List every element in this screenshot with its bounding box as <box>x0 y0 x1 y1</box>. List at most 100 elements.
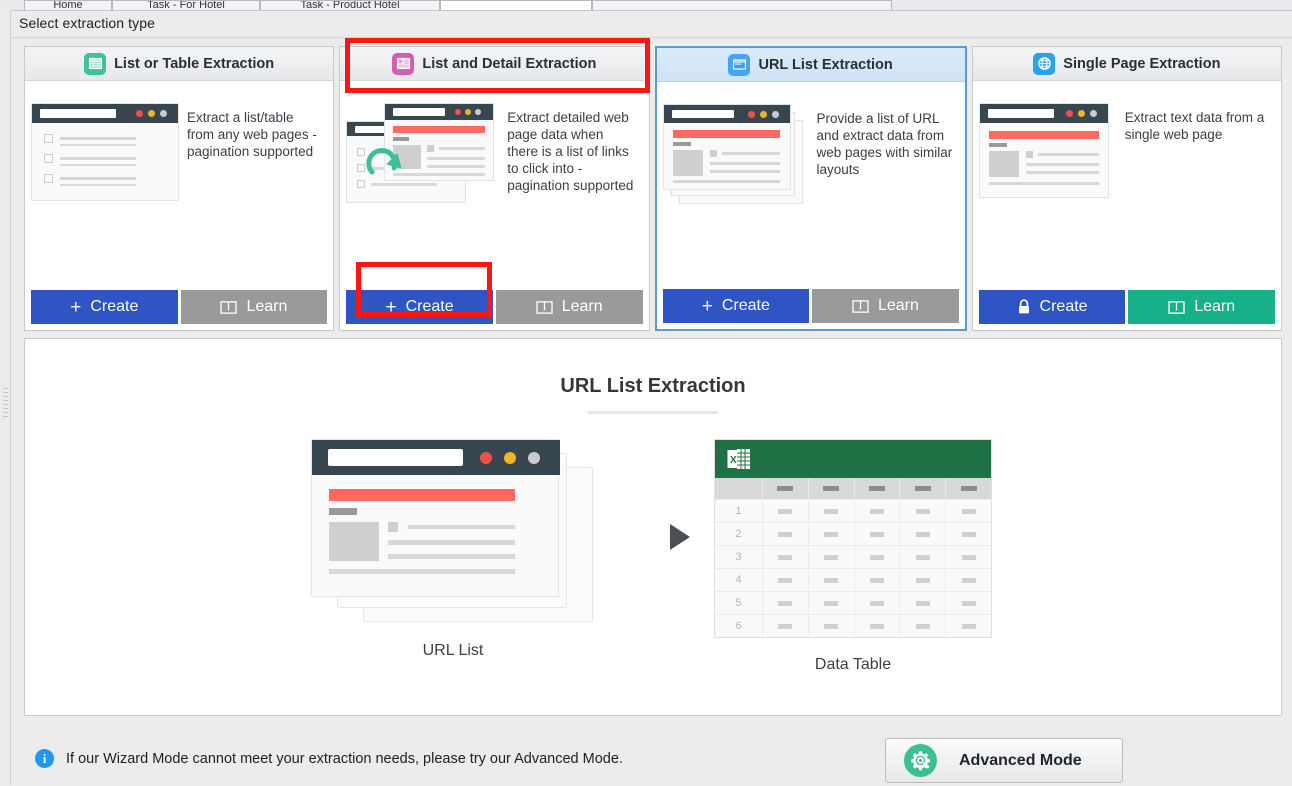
tab-task-for-hotel[interactable]: Task - For Hotel <box>112 0 260 10</box>
single-page-illustration <box>978 103 1119 203</box>
table-row: 3 <box>715 545 991 568</box>
card-single-page-extraction[interactable]: Single Page Extraction Extract text data… <box>971 46 1282 331</box>
card-title: Single Page Extraction <box>1063 55 1221 72</box>
card-description: Extract text data from a single web page <box>1124 110 1265 142</box>
table-row: 1 <box>715 499 991 522</box>
card-title: URL List Extraction <box>758 56 893 73</box>
card-list-or-table-extraction[interactable]: List or Table Extraction Extract a list/… <box>24 46 335 331</box>
tab-extra <box>592 0 892 10</box>
book-icon <box>220 300 238 315</box>
card-url-list-extraction[interactable]: URL List Extraction Provide a list of UR… <box>654 46 967 331</box>
row-number: 2 <box>715 523 763 545</box>
gear-wrench-icon <box>904 744 937 777</box>
card-description: Extract a list/table from any web pages … <box>187 110 317 159</box>
column-header-cell <box>946 478 991 499</box>
extraction-type-cards: List or Table Extraction Extract a list/… <box>24 46 1282 331</box>
corner-cell <box>715 478 763 499</box>
column-header-cell <box>763 478 809 499</box>
info-icon: i <box>35 749 54 768</box>
card-body: Extract a list/table from any web pages … <box>25 81 333 290</box>
book-icon <box>1168 300 1185 315</box>
column-header-cell <box>855 478 901 499</box>
preview-divider <box>588 411 718 414</box>
learn-button-label: Learn <box>1194 298 1236 315</box>
card-title: List or Table Extraction <box>114 55 275 72</box>
window-tab-strip[interactable]: Home Task - For Hotel Task - Product Hot… <box>0 0 1292 10</box>
card-list-and-detail-extraction[interactable]: List and Detail Extraction Extract detai… <box>339 46 650 331</box>
page-title: Select extraction type <box>19 15 156 31</box>
table-row: 4 <box>715 568 991 591</box>
tab-active[interactable] <box>440 0 592 10</box>
card-title: List and Detail Extraction <box>422 55 597 72</box>
book-icon <box>852 299 869 314</box>
splitter-grip-icon[interactable] <box>3 388 8 418</box>
globe-icon <box>1033 52 1056 75</box>
left-splitter[interactable] <box>0 10 11 785</box>
plus-icon: + <box>701 295 713 317</box>
plus-icon: + <box>385 296 397 318</box>
card-actions: + Create Learn <box>346 290 643 330</box>
card-description: Extract detailed web page data when ther… <box>507 110 634 193</box>
learn-button[interactable]: Learn <box>1128 290 1275 324</box>
data-table-column-headers <box>715 478 991 499</box>
wizard-panel: Select extraction type List or Table Ext… <box>11 10 1292 786</box>
preview-title: URL List Extraction <box>560 375 746 397</box>
list-detail-illustration <box>346 103 501 208</box>
table-row: 5 <box>715 591 991 614</box>
learn-button[interactable]: Learn <box>180 290 328 324</box>
create-button[interactable]: + Create <box>346 290 493 324</box>
tab-home[interactable]: Home <box>24 0 112 10</box>
create-button[interactable]: + Create <box>31 290 178 324</box>
card-body: Provide a list of URL and extract data f… <box>657 82 965 289</box>
url-list-illustration-large <box>310 439 596 624</box>
row-number: 6 <box>715 615 763 637</box>
data-table-illustration: X 1 2 3 4 5 6 <box>714 439 992 638</box>
row-number: 5 <box>715 592 763 614</box>
advanced-mode-button[interactable]: Advanced Mode <box>885 738 1123 783</box>
preview-url-list: URL List <box>303 439 603 660</box>
column-header-cell <box>809 478 855 499</box>
footer-bar: i If our Wizard Mode cannot meet your ex… <box>11 723 1292 786</box>
card-body: Extract text data from a single web page <box>973 81 1281 290</box>
create-button-label: Create <box>1039 298 1088 315</box>
plus-icon: + <box>70 296 82 318</box>
column-header-cell <box>900 478 947 499</box>
excel-icon: X <box>727 448 751 475</box>
learn-button[interactable]: Learn <box>812 289 959 323</box>
row-number: 4 <box>715 569 763 591</box>
table-row: 2 <box>715 522 991 545</box>
create-button[interactable]: + Create <box>662 289 810 323</box>
advanced-mode-label: Advanced Mode <box>959 751 1082 769</box>
list-detail-icon <box>392 52 415 75</box>
learn-button-label: Learn <box>561 298 603 315</box>
tab-task-product-hotel[interactable]: Task - Product Hotel <box>260 0 440 10</box>
card-body: Extract detailed web page data when ther… <box>340 81 648 290</box>
url-list-caption: URL List <box>422 642 484 659</box>
card-header: URL List Extraction <box>656 48 965 82</box>
row-number: 1 <box>715 500 763 522</box>
preview-stage: URL List X 1 2 3 4 5 6 Data Table <box>25 439 1281 709</box>
learn-button[interactable]: Learn <box>495 290 643 324</box>
table-icon <box>84 52 107 75</box>
refresh-arrow-icon <box>366 147 404 186</box>
learn-button-label: Learn <box>877 297 919 314</box>
card-header: List or Table Extraction <box>25 47 334 81</box>
card-actions: + Create Learn <box>31 290 328 330</box>
preview-panel: URL List Extraction URL List X 1 2 3 4 5… <box>24 338 1282 716</box>
data-table-caption: Data Table <box>814 656 892 673</box>
lock-icon <box>1017 299 1031 315</box>
create-button[interactable]: Create <box>978 290 1126 324</box>
row-number: 3 <box>715 546 763 568</box>
url-list-illustration <box>662 104 811 212</box>
list-table-illustration <box>31 103 181 203</box>
card-actions: Create Learn <box>978 290 1275 330</box>
create-button-label: Create <box>721 297 770 314</box>
wizard-info-row: i If our Wizard Mode cannot meet your ex… <box>35 749 623 768</box>
table-row: 6 <box>715 614 991 637</box>
learn-button-label: Learn <box>246 298 288 315</box>
create-button-label: Create <box>90 298 139 315</box>
preview-data-table: X 1 2 3 4 5 6 Data Table <box>703 439 1003 674</box>
book-icon <box>536 300 553 315</box>
create-button-label: Create <box>405 298 454 315</box>
svg-text:X: X <box>730 455 737 466</box>
